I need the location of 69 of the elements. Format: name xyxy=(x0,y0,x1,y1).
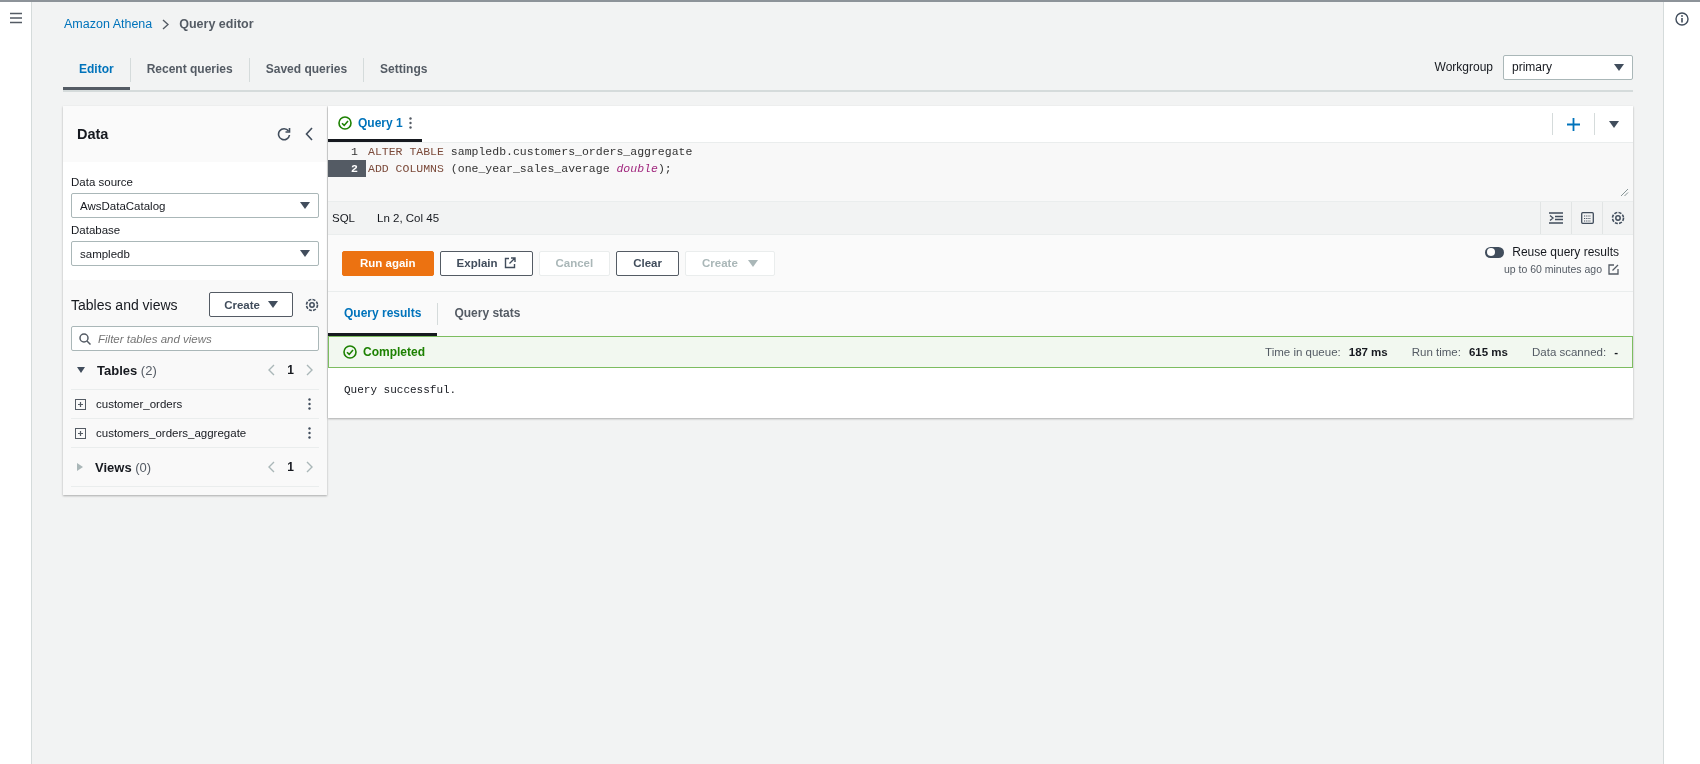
plus-square-icon[interactable] xyxy=(75,427,86,439)
caret-down-icon xyxy=(268,301,278,308)
page-number: 1 xyxy=(287,363,294,377)
database-select[interactable]: sampledb xyxy=(71,241,319,266)
table-item[interactable]: customers_orders_aggregate xyxy=(71,419,319,448)
workgroup-label: Workgroup xyxy=(1434,60,1493,74)
resize-handle-icon[interactable] xyxy=(1620,188,1629,197)
keyboard-icon[interactable] xyxy=(1580,212,1594,224)
toggle-label: Reuse query results xyxy=(1512,245,1619,259)
caret-down-icon xyxy=(300,202,310,209)
caret-down-icon[interactable] xyxy=(1609,120,1619,128)
cursor-position: Ln 2, Col 45 xyxy=(377,212,440,224)
table-name: customer_orders xyxy=(96,398,183,410)
filter-field[interactable]: Filter tables and views xyxy=(71,326,319,351)
expanded-triangle-icon[interactable] xyxy=(77,367,85,373)
breadcrumb-link[interactable]: Amazon Athena xyxy=(64,17,153,31)
more-options-icon[interactable] xyxy=(308,398,311,410)
info-icon[interactable] xyxy=(1675,12,1689,26)
stat: Data scanned: - xyxy=(1532,346,1618,358)
database-label: Database xyxy=(71,224,122,236)
panel-title: Data xyxy=(77,126,109,142)
workgroup-select[interactable]: primary xyxy=(1503,54,1633,80)
tab[interactable]: Saved queries xyxy=(249,50,364,90)
data-source-label: Data source xyxy=(71,176,134,188)
data-source-select[interactable]: AwsDataCatalog xyxy=(71,193,319,218)
tab[interactable]: Query stats xyxy=(438,292,537,336)
group-title: Tables (2) xyxy=(97,362,157,378)
settings-icon[interactable] xyxy=(305,297,319,312)
action-button[interactable]: Clear xyxy=(616,250,679,276)
add-icon[interactable] xyxy=(1567,117,1580,131)
table-item[interactable]: customer_orders xyxy=(71,390,319,419)
tab[interactable]: Settings xyxy=(364,50,444,90)
caret-down-icon xyxy=(747,259,758,267)
menu-icon[interactable] xyxy=(8,12,23,24)
line-number: 1 xyxy=(350,144,359,160)
chevron-right-icon xyxy=(162,18,170,30)
stat: Time in queue: 187 ms xyxy=(1265,346,1388,358)
caret-down-icon xyxy=(1614,63,1624,71)
table-name: customers_orders_aggregate xyxy=(96,427,247,439)
code-line: ADD COLUMNS (one_year_sales_average double); xyxy=(367,162,672,175)
breadcrumb-current: Query editor xyxy=(179,17,254,31)
page-number: 1 xyxy=(287,460,294,474)
reuse-note: up to 60 minutes ago xyxy=(1503,263,1602,275)
format-icon[interactable] xyxy=(1549,212,1563,224)
result-message: Query successful. xyxy=(343,383,458,398)
language-label: SQL xyxy=(332,212,355,224)
check-circle-icon xyxy=(343,345,357,359)
action-button[interactable]: Explain xyxy=(439,250,533,276)
check-circle-icon xyxy=(338,115,352,130)
plus-square-icon[interactable] xyxy=(75,398,86,410)
status-label: Completed xyxy=(363,345,425,359)
section-title: Tables and views xyxy=(71,296,178,313)
create-button[interactable]: Create xyxy=(209,292,293,317)
caret-down-icon xyxy=(300,250,310,257)
collapse-chevron-icon[interactable] xyxy=(305,127,313,141)
more-options-icon[interactable] xyxy=(408,116,412,129)
edit-icon[interactable] xyxy=(1608,263,1619,275)
tab[interactable]: Recent queries xyxy=(130,50,249,90)
external-link-icon xyxy=(503,257,516,269)
stat: Run time: 615 ms xyxy=(1411,346,1508,358)
code-editor[interactable]: 1 ALTER TABLE sampledb.customers_orders_aggregate 2 ADD COLUMNS (one_year_sales_average double); xyxy=(328,142,1633,201)
refresh-icon[interactable] xyxy=(277,127,291,141)
settings-icon[interactable] xyxy=(1611,211,1625,225)
line-number: 2 xyxy=(328,160,366,177)
group-title: Views (0) xyxy=(95,459,152,475)
query-tab[interactable]: Query 1 xyxy=(328,106,422,142)
more-options-icon[interactable] xyxy=(308,427,311,439)
toggle-switch[interactable] xyxy=(1485,246,1505,258)
code-line: ALTER TABLE sampledb.customers_orders_aggregate xyxy=(367,145,693,158)
